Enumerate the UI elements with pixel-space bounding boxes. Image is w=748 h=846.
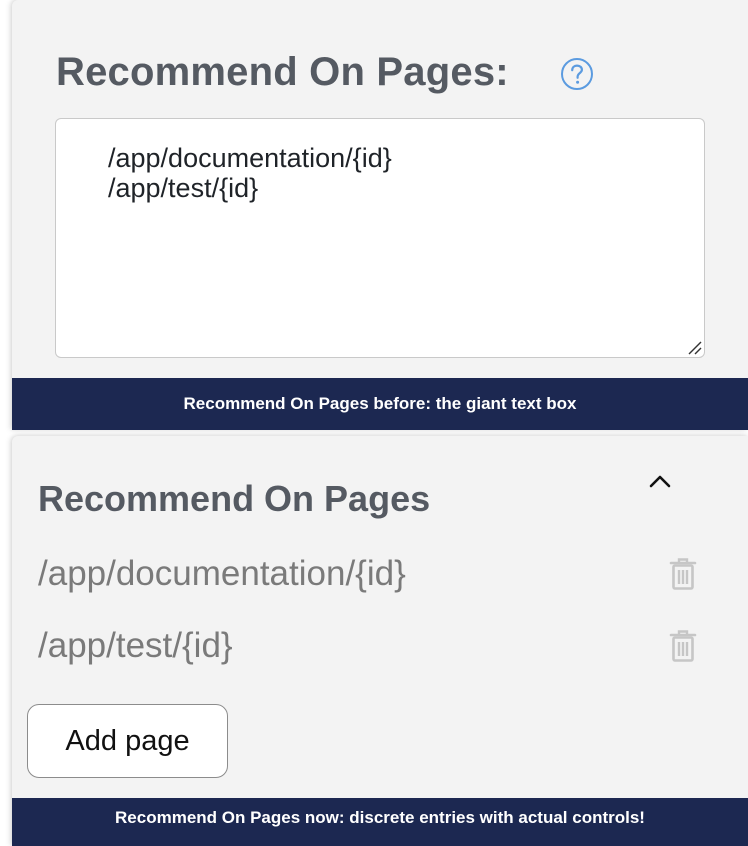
- resize-grip-icon[interactable]: [685, 338, 703, 356]
- chevron-up-icon[interactable]: [642, 466, 678, 496]
- page-entry-row: /app/test/{id}: [38, 622, 708, 670]
- add-page-button[interactable]: Add page: [27, 704, 228, 778]
- trash-icon[interactable]: [668, 556, 698, 592]
- question-circle-icon[interactable]: [560, 57, 594, 91]
- page-entry-row: /app/documentation/{id}: [38, 550, 708, 598]
- trash-icon[interactable]: [668, 628, 698, 664]
- after-caption: Recommend On Pages now: discrete entries…: [12, 798, 748, 846]
- before-section-title: Recommend On Pages:: [56, 50, 509, 94]
- recommend-pages-textarea[interactable]: /app/documentation/{id} /app/test/{id}: [55, 118, 705, 358]
- before-caption: Recommend On Pages before: the giant tex…: [12, 378, 748, 430]
- before-panel: Recommend On Pages: /app/documentation/{…: [12, 0, 748, 430]
- after-panel: Recommend On Pages /app/documentation/{i…: [12, 436, 748, 846]
- page-path-text: /app/test/{id}: [38, 626, 233, 665]
- page-path-text: /app/documentation/{id}: [38, 554, 406, 593]
- after-section-title: Recommend On Pages: [38, 478, 431, 519]
